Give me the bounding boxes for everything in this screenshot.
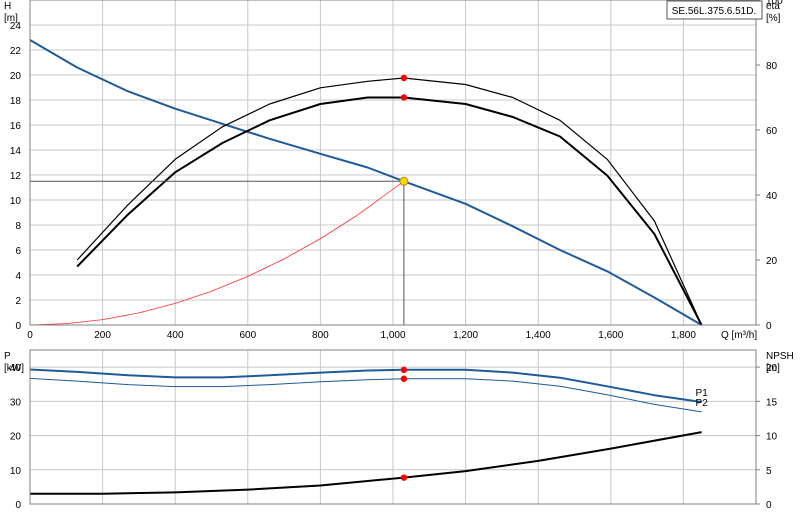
power-axis-unit: [kW] xyxy=(4,363,24,374)
y-right-tick-label: 20 xyxy=(766,256,778,267)
x-tick-label: 800 xyxy=(312,330,329,341)
power-series-NPSH xyxy=(30,431,702,495)
x-tick-label: 200 xyxy=(94,330,111,341)
power-series-P2 xyxy=(29,377,702,413)
power-series-group xyxy=(29,366,702,495)
pump-curve-chart: 0 200 400 600 800 1,000 1,200 1,400 1,600 1,80002… xyxy=(4,0,794,511)
y-left-tick-label: 6 xyxy=(15,246,21,257)
series-label-P2: P2 xyxy=(696,398,709,409)
y-left-tick-label: 10 xyxy=(10,196,22,207)
power-marker-1 xyxy=(400,375,408,382)
power-axis-labels: 01020304005101520P1P2 xyxy=(10,363,778,511)
y-left-tick-label: 20 xyxy=(10,432,22,443)
x-tick-label: 1,400 xyxy=(526,330,551,341)
y-right-tick-label: 80 xyxy=(766,61,778,72)
head-series-eta_upper xyxy=(76,77,703,326)
y-left-tick-label: 0 xyxy=(15,321,21,332)
y-left-tick-label: 14 xyxy=(10,146,22,157)
y-left-tick-label: 18 xyxy=(10,96,22,107)
y-left-tick-label: 20 xyxy=(10,71,22,82)
power-series-P1 xyxy=(29,368,702,403)
head-axis-unit: [m] xyxy=(4,13,18,24)
y-right-tick-label: 10 xyxy=(766,432,778,443)
y-left-tick-label: 22 xyxy=(10,46,22,57)
operating-point xyxy=(399,176,409,186)
eta-axis-unit: [%] xyxy=(766,13,781,24)
y-left-tick-label: 0 xyxy=(15,500,21,511)
head-series-eta_lower xyxy=(76,96,703,326)
npsh-axis-title: NPSH xyxy=(766,351,794,362)
x-tick-label: 400 xyxy=(167,330,184,341)
y-left-tick-label: 2 xyxy=(15,296,21,307)
y-right-tick-label: 0 xyxy=(766,321,772,332)
x-tick-label: 1,200 xyxy=(453,330,478,341)
y-right-tick-label: 40 xyxy=(766,191,778,202)
y-right-tick-label: 15 xyxy=(766,397,778,408)
model-label-box: SE.56L.375.6.51D. xyxy=(666,0,763,20)
power-marker-2 xyxy=(400,474,408,481)
x-tick-label: 600 xyxy=(239,330,256,341)
head-marker-0 xyxy=(400,74,408,82)
head-grid xyxy=(29,0,756,326)
power-axis-title: P xyxy=(4,351,11,362)
y-left-tick-label: 16 xyxy=(10,121,22,132)
npsh-axis-unit: [m] xyxy=(766,363,780,374)
head-series-head xyxy=(29,39,703,326)
x-tick-label: 1,800 xyxy=(671,330,696,341)
head-axis-labels: 0 200 400 600 800 1,000 1,200 1,400 1,600 1,80002… xyxy=(10,0,783,341)
power-grid xyxy=(29,350,756,505)
x-tick-label: 1,000 xyxy=(380,330,405,341)
y-right-tick-label: 60 xyxy=(766,126,778,137)
head-series-system_curve xyxy=(29,180,405,326)
power-marker-0 xyxy=(400,366,408,374)
y-left-tick-label: 4 xyxy=(15,271,21,282)
y-left-tick-label: 10 xyxy=(10,466,22,477)
flow-axis-label: Q [m³/h] xyxy=(721,330,757,341)
y-right-tick-label: 5 xyxy=(766,466,772,477)
y-left-tick-label: 8 xyxy=(15,221,21,232)
y-left-tick-label: 12 xyxy=(10,171,22,182)
model-label: SE.56L.375.6.51D. xyxy=(672,6,757,17)
y-left-tick-label: 30 xyxy=(10,397,22,408)
head-series-group xyxy=(29,39,703,326)
y-right-tick-label: 0 xyxy=(766,500,772,511)
x-tick-label: 0 xyxy=(27,330,33,341)
x-tick-label: 1,600 xyxy=(598,330,623,341)
eta-axis-title: eta xyxy=(766,1,780,12)
head-axis-title: H xyxy=(4,1,11,12)
head-marker-1 xyxy=(400,94,408,101)
